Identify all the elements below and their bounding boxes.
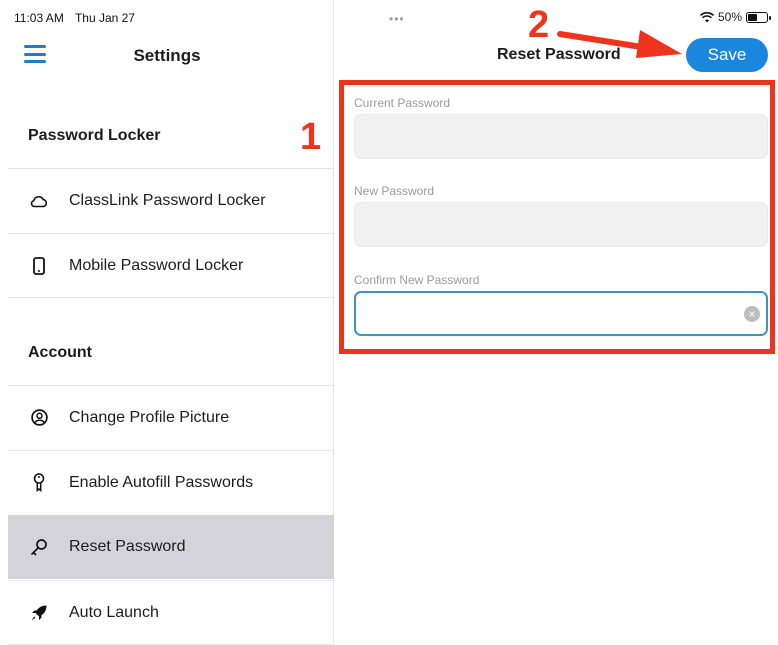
divider (8, 297, 334, 298)
sidebar-item-auto-launch[interactable]: Auto Launch (8, 580, 334, 644)
sidebar-title: Settings (133, 46, 201, 65)
sidebar-item-classlink-password-locker[interactable]: ClassLink Password Locker (8, 168, 334, 232)
current-password-field[interactable] (354, 114, 768, 159)
wifi-icon (699, 11, 714, 22)
sidebar-item-mobile-password-locker[interactable]: Mobile Password Locker (8, 233, 334, 297)
step-1-label: 1 (300, 116, 322, 158)
sidebar-item-label: Reset Password (69, 538, 186, 555)
sidebar-item-reset-password[interactable]: Reset Password (8, 515, 334, 579)
sidebar-item-label: Change Profile Picture (69, 408, 230, 426)
key-icon (28, 536, 50, 558)
rocket-icon (28, 602, 50, 624)
sidebar-item-label: ClassLink Password Locker (69, 191, 266, 209)
sidebar-item-label: Mobile Password Locker (69, 256, 244, 274)
sidebar-item-label: Auto Launch (69, 603, 159, 621)
keyhole-icon (28, 472, 50, 494)
multitasking-dots-icon[interactable]: ••• (389, 12, 405, 26)
section-heading-password-locker: Password Locker (28, 127, 161, 144)
step-2-label: 2 (528, 4, 550, 46)
phone-icon (28, 255, 50, 277)
section-heading-account: Account (28, 344, 92, 361)
sidebar-item-label: Enable Autofill Passwords (69, 473, 254, 491)
new-password-label: New Password (354, 184, 435, 198)
sidebar: Settings Password Locker ClassLink Passw… (0, 0, 334, 645)
confirm-password-label: Confirm New Password (354, 273, 480, 287)
battery-icon (746, 11, 771, 23)
confirm-password-field[interactable]: × (354, 291, 768, 336)
clear-field-icon[interactable]: × (744, 306, 760, 322)
user-circle-icon (28, 407, 50, 429)
cloud-icon (28, 190, 50, 212)
sidebar-item-change-profile-picture[interactable]: Change Profile Picture (8, 385, 334, 449)
current-password-label: Current Password (354, 96, 451, 110)
annotation-arrow-icon (557, 30, 682, 58)
sidebar-item-enable-autofill-passwords[interactable]: Enable Autofill Passwords (8, 450, 334, 514)
save-button[interactable]: Save (686, 38, 768, 72)
battery-percent: 50% (717, 10, 742, 24)
new-password-field[interactable] (354, 202, 768, 247)
status-bar-right: 50% (699, 10, 771, 24)
